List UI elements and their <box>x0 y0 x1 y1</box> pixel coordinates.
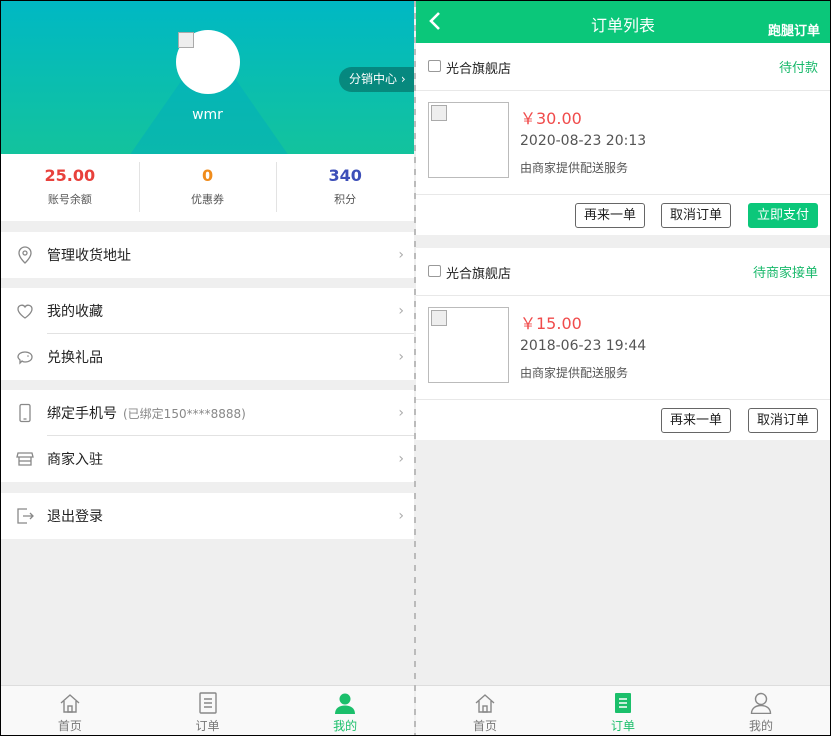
bottom-tab-bar: 首页 订单 我的 <box>1 685 414 735</box>
order-time: 2018-06-23 19:44 <box>520 338 647 354</box>
errand-orders-link[interactable]: 跑腿订单 <box>768 20 820 39</box>
order-status: 待商家接单 <box>752 266 818 281</box>
order-list-icon <box>615 693 631 713</box>
menu-item-logout[interactable]: 退出登录 › <box>1 493 414 539</box>
screenshot-frame: wmr 分销中心 › 25.00 账号余额 0 优惠券 340 积分 管理收货地… <box>1 1 830 735</box>
store-icon <box>428 265 441 277</box>
menu-group-favorites: 我的收藏 › 兑换礼品 › <box>1 288 414 380</box>
chevron-right-icon: › <box>398 349 404 365</box>
chevron-right-icon: › <box>398 303 404 319</box>
bind-phone-text: 绑定手机号 <box>47 406 117 422</box>
stat-points-label: 积分 <box>334 193 357 206</box>
order-status: 待付款 <box>778 61 818 76</box>
order-price: ￥30.00 <box>520 109 582 128</box>
tab-orders-label: 订单 <box>610 719 635 733</box>
stat-coupons-value: 0 <box>201 166 214 185</box>
menu-item-favorites-label: 我的收藏 <box>47 304 103 320</box>
chevron-right-icon: › <box>398 247 404 263</box>
user-center-page: wmr 分销中心 › 25.00 账号余额 0 优惠券 340 积分 管理收货地… <box>1 1 414 735</box>
tab-home-label: 首页 <box>57 719 82 733</box>
order-list-icon <box>198 692 217 714</box>
menu-item-address[interactable]: 管理收货地址 › <box>1 232 414 278</box>
chevron-right-icon: › <box>398 405 404 421</box>
logout-icon <box>17 508 34 524</box>
product-thumbnail <box>428 102 509 178</box>
menu-item-bind-phone-label: 绑定手机号 (已绑定150****8888) <box>47 403 246 423</box>
cancel-order-button[interactable]: 取消订单 <box>660 203 731 228</box>
broken-image-icon <box>431 310 447 326</box>
user-icon <box>335 693 356 714</box>
account-stats: 25.00 账号余额 0 优惠券 340 积分 <box>1 154 414 221</box>
delivery-service: 由商家提供配送服务 <box>520 366 629 380</box>
order-list-page: 订单列表 跑腿订单 光合旗舰店 待付款 ￥30.00 2020-08-23 20… <box>416 1 830 735</box>
pay-now-button[interactable]: 立即支付 <box>747 203 818 228</box>
tab-mine[interactable]: 我的 <box>692 686 830 735</box>
heart-icon <box>17 304 33 319</box>
stat-balance-value: 25.00 <box>44 166 96 185</box>
order-card-actions: 再来一单 取消订单 <box>416 400 830 440</box>
stat-coupons-label: 优惠券 <box>191 193 224 206</box>
broken-image-icon <box>178 32 194 48</box>
menu-group-account: 绑定手机号 (已绑定150****8888) › 商家入驻 › <box>1 390 414 482</box>
menu-group-address: 管理收货地址 › <box>1 232 414 278</box>
tab-home[interactable]: 首页 <box>1 686 139 735</box>
tab-orders-label: 订单 <box>195 719 220 733</box>
menu-group-logout: 退出登录 › <box>1 493 414 539</box>
store-name[interactable]: 光合旗舰店 <box>446 263 511 282</box>
menu-item-merchant-label: 商家入驻 <box>47 452 103 468</box>
product-thumbnail <box>428 307 509 383</box>
chevron-right-icon: › <box>398 451 404 467</box>
home-icon <box>475 694 495 713</box>
order-card[interactable]: 光合旗舰店 待付款 ￥30.00 2020-08-23 20:13 由商家提供配… <box>416 43 830 235</box>
tab-mine[interactable]: 我的 <box>276 686 414 735</box>
order-price: ￥15.00 <box>520 314 582 333</box>
bottom-tab-bar: 首页 订单 我的 <box>416 685 830 735</box>
store-name[interactable]: 光合旗舰店 <box>446 58 511 77</box>
avatar[interactable] <box>176 30 240 94</box>
user-icon <box>750 692 772 715</box>
profile-header: wmr 分销中心 › <box>1 1 414 154</box>
order-card-body[interactable]: ￥30.00 2020-08-23 20:13 由商家提供配送服务 <box>416 91 830 195</box>
stat-balance[interactable]: 25.00 账号余额 <box>1 154 139 221</box>
menu-item-logout-label: 退出登录 <box>47 509 103 525</box>
order-card-header: 光合旗舰店 待商家接单 <box>416 248 830 296</box>
stat-points[interactable]: 340 积分 <box>276 154 414 221</box>
store-icon <box>16 452 34 466</box>
username: wmr <box>192 107 223 123</box>
delivery-service: 由商家提供配送服务 <box>520 161 629 175</box>
stat-points-value: 340 <box>328 166 362 185</box>
tab-orders[interactable]: 订单 <box>554 686 692 735</box>
order-card[interactable]: 光合旗舰店 待商家接单 ￥15.00 2018-06-23 19:44 由商家提… <box>416 248 830 440</box>
menu-item-gifts[interactable]: 兑换礼品 › <box>1 334 414 380</box>
order-time: 2020-08-23 20:13 <box>520 133 647 149</box>
cancel-order-button[interactable]: 取消订单 <box>747 408 818 433</box>
menu-item-favorites[interactable]: 我的收藏 › <box>1 288 414 334</box>
store-icon <box>428 60 441 72</box>
order-card-header: 光合旗舰店 待付款 <box>416 43 830 91</box>
piggy-bank-icon <box>17 351 33 365</box>
tab-home-label: 首页 <box>472 719 497 733</box>
stat-coupons[interactable]: 0 优惠券 <box>138 154 277 221</box>
home-icon <box>60 694 80 713</box>
tab-mine-label: 我的 <box>333 719 358 733</box>
menu-item-bind-phone[interactable]: 绑定手机号 (已绑定150****8888) › <box>1 390 414 436</box>
order-card-body[interactable]: ￥15.00 2018-06-23 19:44 由商家提供配送服务 <box>416 296 830 400</box>
distribution-center-button[interactable]: 分销中心 › <box>339 67 414 92</box>
menu-item-gifts-label: 兑换礼品 <box>47 350 103 366</box>
menu-item-merchant[interactable]: 商家入驻 › <box>1 436 414 482</box>
tab-orders[interactable]: 订单 <box>139 686 277 735</box>
menu-item-address-label: 管理收货地址 <box>47 248 131 264</box>
stat-balance-label: 账号余额 <box>47 193 92 206</box>
broken-image-icon <box>431 105 447 121</box>
order-list-header: 订单列表 跑腿订单 <box>416 1 830 43</box>
reorder-button[interactable]: 再来一单 <box>574 203 645 228</box>
chevron-right-icon: › <box>398 508 404 524</box>
location-pin-icon <box>18 246 32 264</box>
phone-icon <box>19 403 31 423</box>
reorder-button[interactable]: 再来一单 <box>660 408 731 433</box>
tab-mine-label: 我的 <box>748 719 773 733</box>
order-card-actions: 再来一单 取消订单 立即支付 <box>416 195 830 235</box>
tab-home[interactable]: 首页 <box>416 686 554 735</box>
bound-phone-number: (已绑定150****8888) <box>123 407 246 421</box>
